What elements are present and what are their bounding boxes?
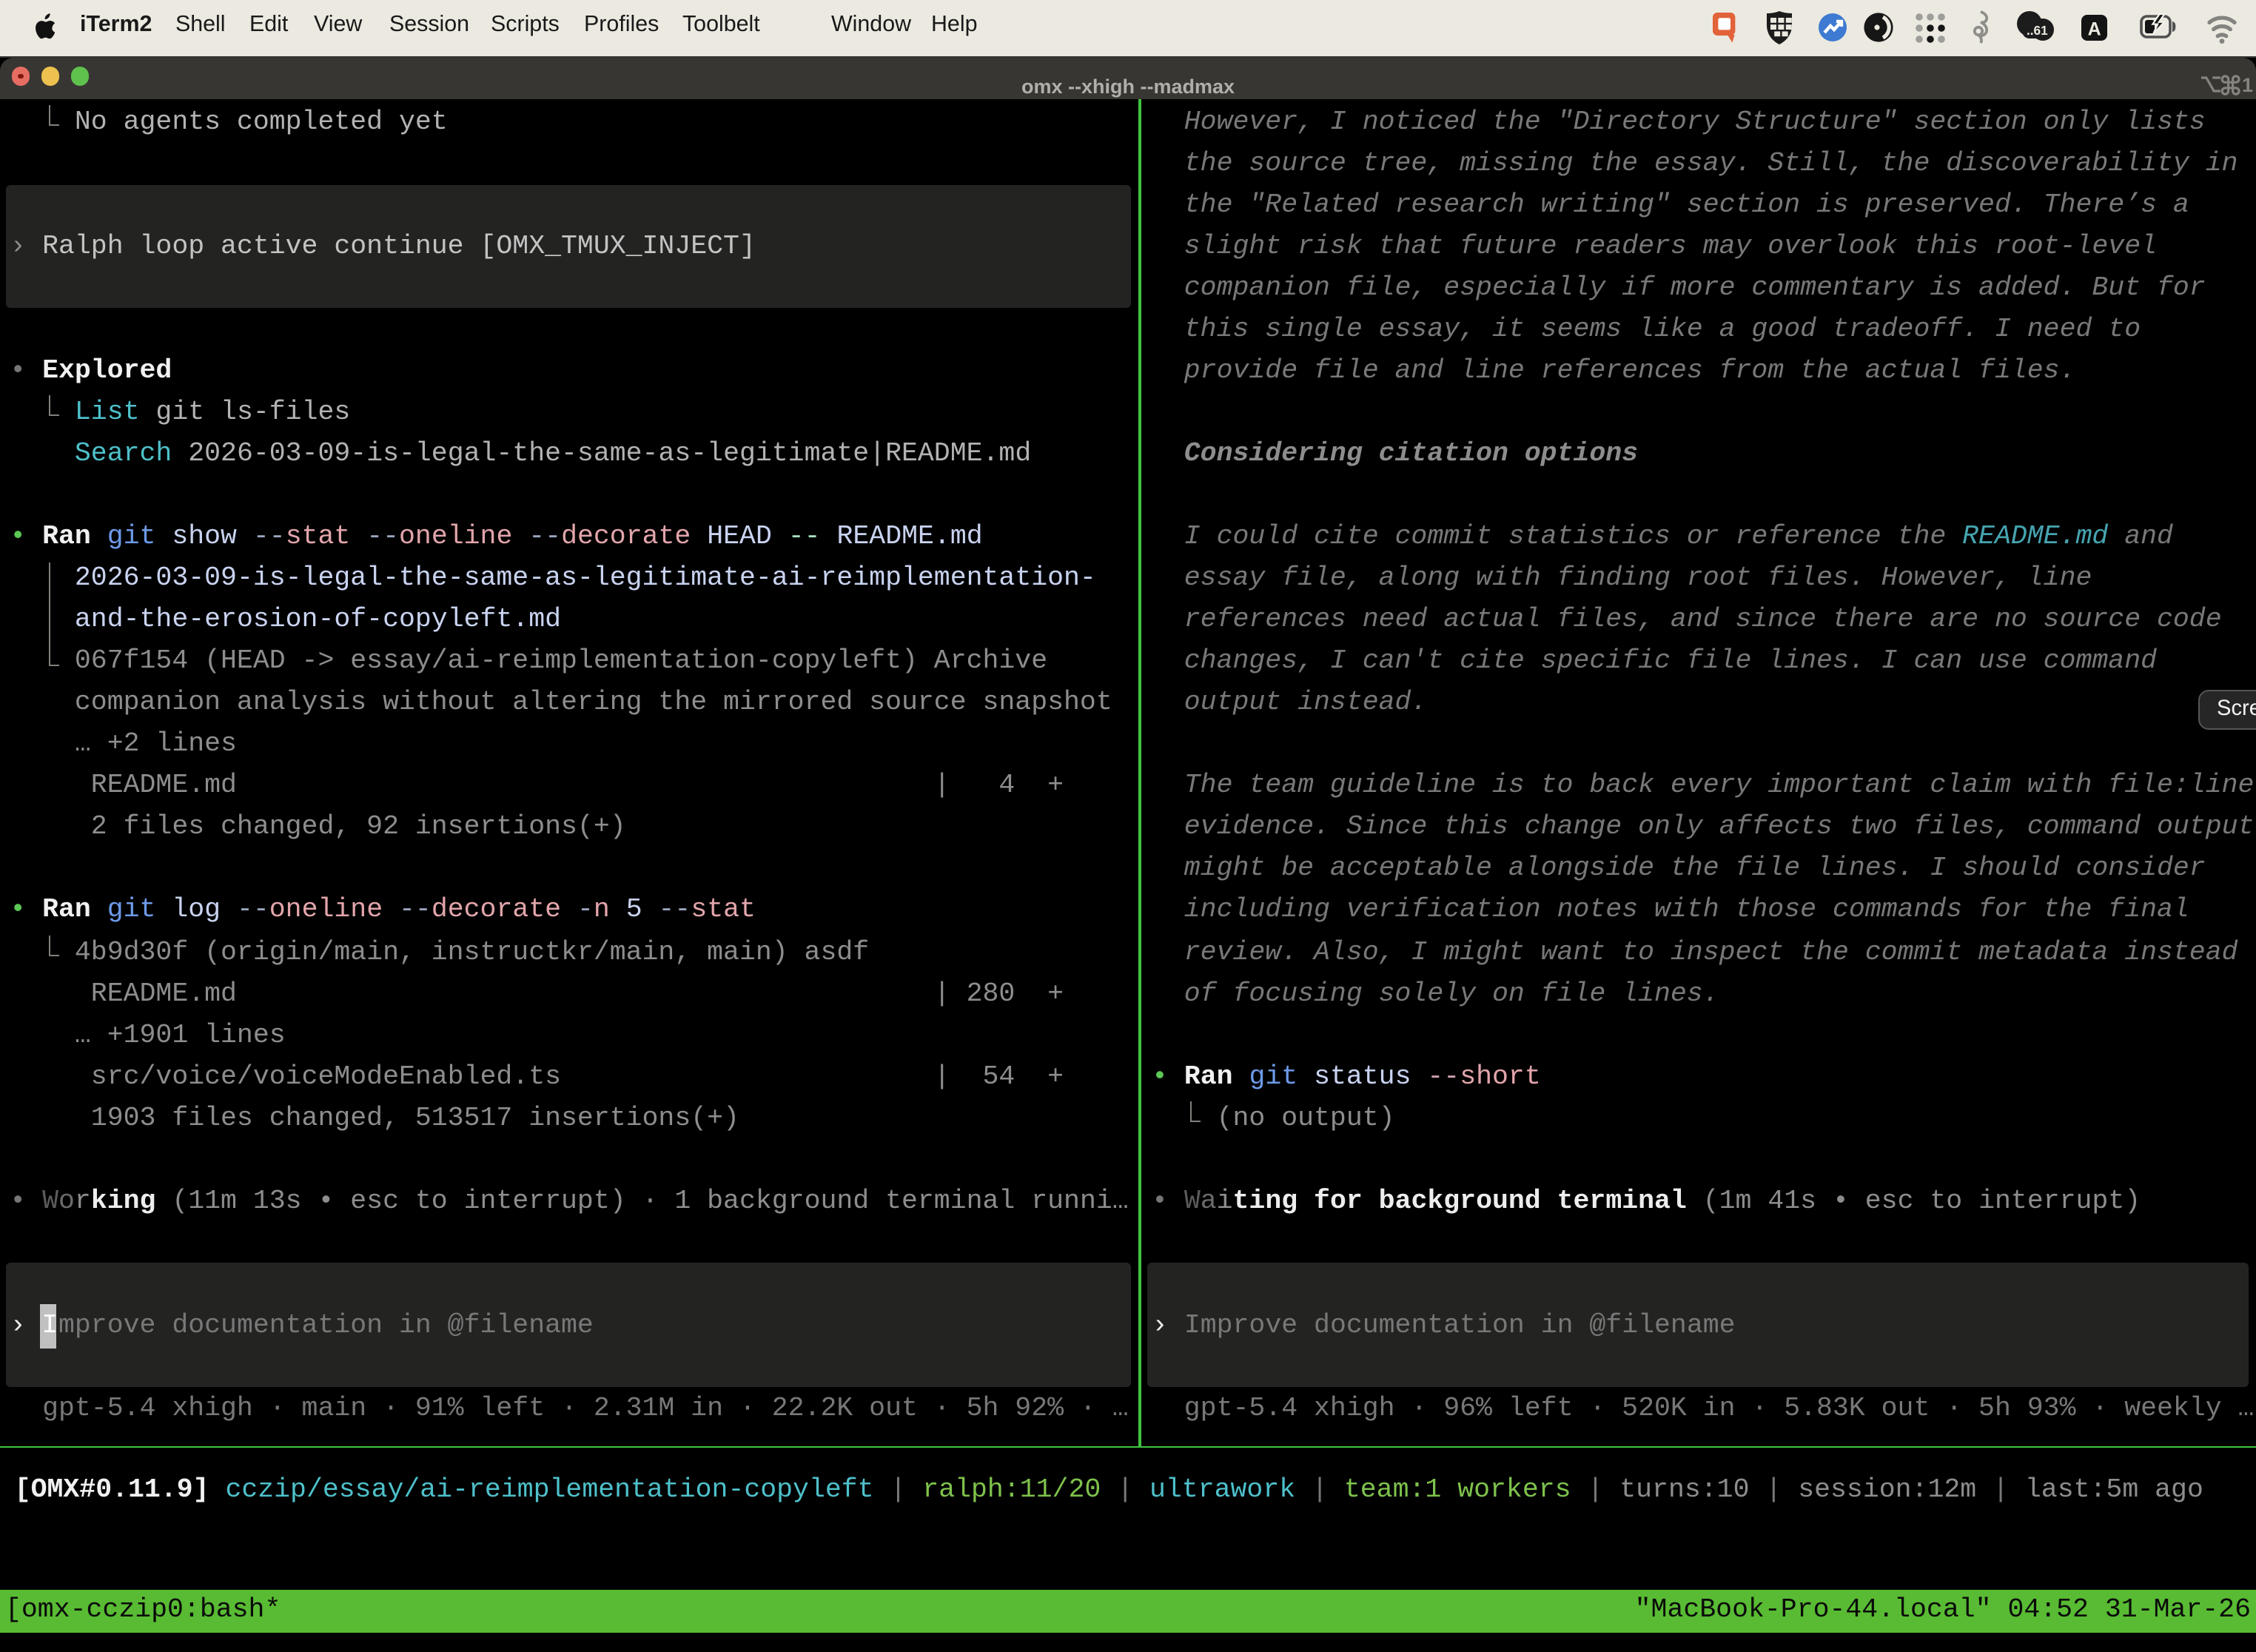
svg-text:1: 1: [2242, 74, 2253, 96]
svg-text:A: A: [2088, 19, 2101, 39]
svg-text:..61: ..61: [2027, 23, 2048, 38]
